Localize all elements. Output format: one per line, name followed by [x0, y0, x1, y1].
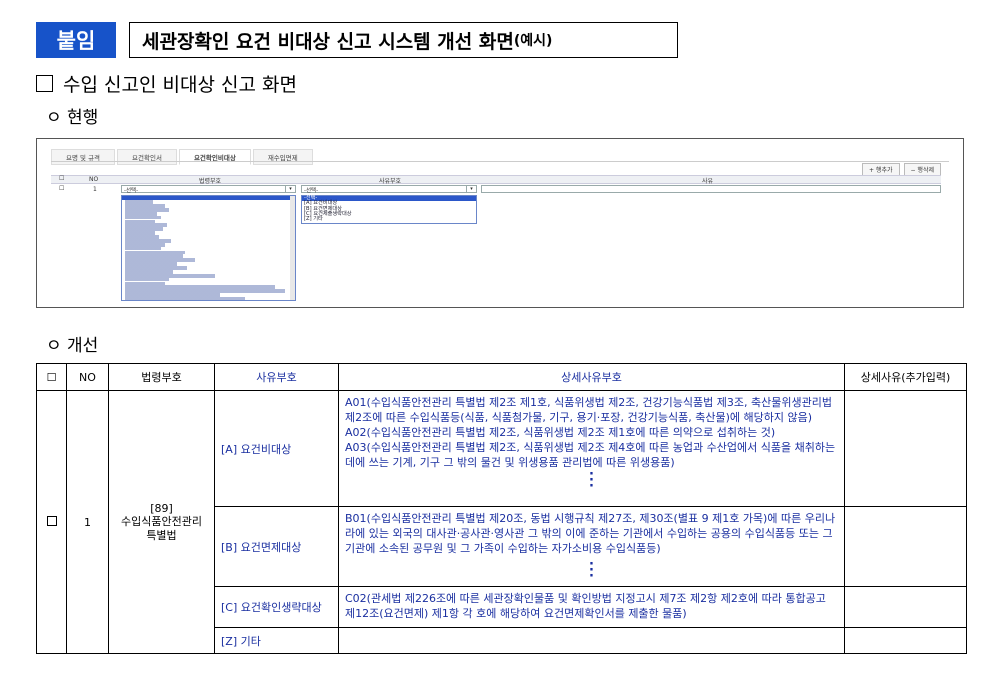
detail-input-z[interactable]	[844, 627, 967, 654]
detail-reasons-c: C02(관세법 제226조에 따른 세관장확인물품 및 확인방법 지정고시 제7…	[338, 586, 845, 628]
law-name: 수입식품안전관리 특별법	[121, 514, 202, 542]
detail-reasons-a: A01(수입식품안전관리 특별법 제2조 제1호, 식품위생법 제2조, 건강기…	[338, 390, 845, 507]
reason-code-c: [C] 요건확인생략대상	[214, 586, 339, 628]
current-heading: ㅇ 현행	[46, 108, 99, 128]
law-code: [89]	[150, 501, 173, 515]
header-law-code: 법령부호	[108, 363, 215, 391]
law-code-select[interactable]: -선택- ▾	[121, 185, 296, 194]
dropdown-option-line[interactable]	[125, 297, 292, 300]
page-title: 세관장확인 요건 비대상 신고 시스템 개선 화면 (예시)	[129, 22, 678, 58]
reason-text-input[interactable]	[481, 185, 941, 193]
capture-row-check[interactable]: ☐	[59, 185, 64, 192]
reason-code-select-value: -선택-	[304, 188, 319, 194]
capture-header-check: ☐	[59, 175, 65, 182]
header-check: ☐	[36, 363, 67, 391]
row-no: 1	[66, 390, 109, 654]
capture-header-reason-code: 사유부호	[379, 178, 402, 185]
attachment-badge: 붙임	[36, 22, 116, 58]
capture-tab[interactable]: 요건확인서	[117, 149, 177, 165]
section-heading: 수입 신고인 비대상 신고 화면	[36, 70, 297, 97]
row-check[interactable]	[36, 390, 67, 654]
current-screen-capture: 요명 및 규격 요건확인서 요건확인비대상 재수입면제 + 행추가 − 행삭제 …	[36, 138, 964, 308]
detail-item: A03(수입식품안전관리 특별법 제2조, 식품위생법 제2조 제4호에 따른 …	[345, 441, 836, 469]
page-title-sub: (예시)	[513, 33, 553, 49]
square-bullet-icon	[36, 75, 53, 92]
section-heading-text: 수입 신고인 비대상 신고 화면	[63, 74, 297, 96]
detail-item: B01(수입식품안전관리 특별법 제20조, 동법 시행규칙 제27조, 제30…	[345, 512, 836, 555]
improved-heading: ㅇ 개선	[46, 336, 99, 356]
detail-item: C02(관세법 제226조에 따른 세관장확인물품 및 확인방법 지정고시 제7…	[345, 592, 826, 620]
more-indicator: · · ·	[589, 467, 594, 494]
page-title-text: 세관장확인 요건 비대상 신고 시스템 개선 화면	[142, 30, 514, 53]
detail-input-a[interactable]	[844, 390, 967, 507]
capture-tab-active[interactable]: 요건확인비대상	[178, 149, 251, 165]
chevron-down-icon[interactable]: ▾	[466, 186, 476, 192]
header-no: NO	[66, 363, 109, 391]
reason-code-z: [Z] 기타	[214, 627, 339, 654]
capture-tab[interactable]: 재수입면제	[252, 149, 313, 165]
dropdown-scrollbar[interactable]	[290, 196, 295, 300]
capture-grid-header	[51, 175, 941, 184]
detail-reasons-z	[338, 627, 845, 654]
header-detail-reason-input: 상세사유(추가입력)	[844, 363, 967, 391]
tab-divider	[51, 161, 949, 162]
table-header-row: ☐ NO 법령부호 사유부호 상세사유부호 상세사유(추가입력)	[36, 363, 967, 391]
reason-code-b: [B] 요건면제대상	[214, 506, 339, 587]
improved-table: ☐ NO 법령부호 사유부호 상세사유부호 상세사유(추가입력) 1 [89] …	[36, 363, 967, 654]
reason-code-a: [A] 요건비대상	[214, 390, 339, 507]
detail-input-b[interactable]	[844, 506, 967, 587]
more-indicator: · · ·	[589, 557, 594, 584]
capture-tabs: 요명 및 규격 요건확인서 요건확인비대상 재수입면제	[51, 149, 315, 165]
reason-option[interactable]: [Z] 기타	[302, 216, 476, 222]
law-code-dropdown-list[interactable]	[121, 195, 296, 301]
capture-header-no: NO	[89, 176, 99, 183]
capture-header-reason: 사유	[702, 178, 714, 185]
detail-item: A02(수입식품안전관리 특별법 제2조, 식품위생법 제2조 제1호에 따른 …	[345, 426, 776, 439]
capture-header-law: 법령부호	[199, 178, 222, 185]
capture-row-no: 1	[93, 186, 97, 193]
detail-input-c[interactable]	[844, 586, 967, 628]
detail-reasons-b: B01(수입식품안전관리 특별법 제20조, 동법 시행규칙 제27조, 제30…	[338, 506, 845, 587]
table-row: 1 [89] 수입식품안전관리 특별법 [A] 요건비대상 A01(수입식품안전…	[36, 390, 967, 654]
row-law: [89] 수입식품안전관리 특별법	[108, 390, 215, 654]
checkbox[interactable]	[46, 515, 57, 526]
reason-code-dropdown-list[interactable]: -선택- [A] 요건비대상 [B] 요건면제대상 [C] 요건제출생략대상 […	[301, 195, 477, 224]
header-detail-reason-code: 상세사유부호	[338, 363, 845, 391]
header-reason-code: 사유부호	[214, 363, 339, 391]
capture-tab[interactable]: 요명 및 규격	[51, 149, 116, 165]
law-code-select-value: -선택-	[124, 188, 139, 194]
reason-code-select[interactable]: -선택- ▾	[301, 185, 477, 194]
detail-item: A01(수입식품안전관리 특별법 제2조 제1호, 식품위생법 제2조, 건강기…	[345, 396, 832, 424]
dropdown-options	[122, 200, 295, 300]
chevron-down-icon[interactable]: ▾	[285, 186, 295, 192]
